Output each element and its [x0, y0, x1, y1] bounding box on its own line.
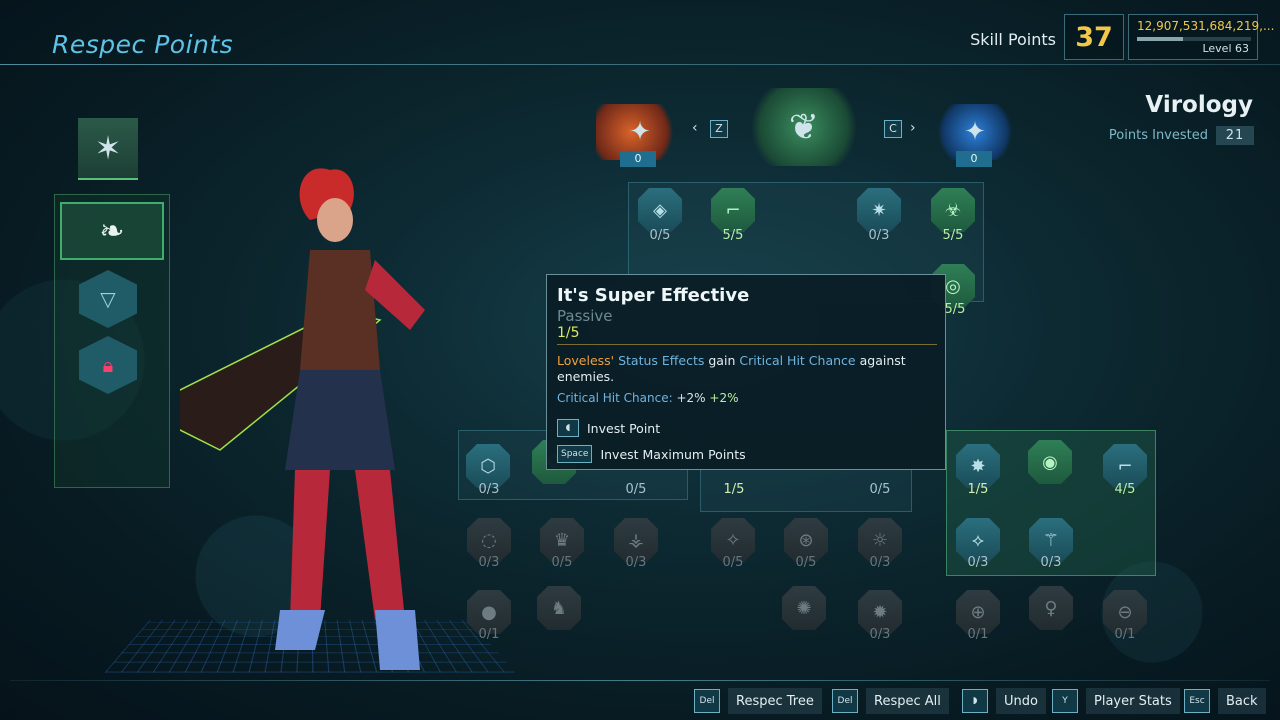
stat-label: Critical Hit Chance: [557, 391, 673, 405]
player-stats-label: Player Stats [1086, 688, 1180, 714]
skill-rank: 5/5 [942, 228, 964, 243]
skill-node-capstone[interactable]: ♞ [537, 586, 581, 630]
chevron-left-icon[interactable]: ‹ [692, 120, 698, 136]
invest-point-action[interactable]: ◖ Invest Point [557, 419, 660, 437]
desc-keyword: Critical Hit Chance [739, 353, 856, 368]
tooltip-stat: Critical Hit Chance: +2% +2% [557, 391, 738, 405]
skill-rank: 0/3 [1040, 555, 1062, 570]
class-portrait-current: ❦ [742, 88, 866, 166]
right-class-count: 0 [956, 151, 992, 167]
skill-rank: 0/1 [967, 627, 989, 642]
lock-icon: 🔒︎ [102, 353, 114, 377]
experience-bar [1137, 37, 1251, 41]
stat-value: +2% [676, 391, 706, 405]
skill-rank: 1/5 [967, 482, 989, 497]
invest-max-label: Invest Maximum Points [600, 446, 746, 462]
tree-tab-selected[interactable]: ❧ [60, 202, 164, 260]
prev-class-key[interactable]: Z [710, 120, 728, 138]
tree-name: Virology [1145, 92, 1253, 118]
tree-category-sidebar: ✶ ❧ ▽ 🔒︎ [46, 110, 174, 488]
skill-node-capstone[interactable]: ♀ [1029, 586, 1073, 630]
skill-rank: 0/5 [625, 482, 647, 497]
tooltip-title: It's Super Effective [557, 285, 750, 306]
skill-rank: 0/3 [478, 555, 500, 570]
page-title: Respec Points [52, 30, 234, 59]
respec-all-button[interactable]: Del Respec All [832, 688, 949, 714]
respec-tree-label: Respec Tree [728, 688, 822, 714]
respec-all-label: Respec All [866, 688, 949, 714]
skill-node-orb[interactable]: ◉ [1028, 440, 1072, 484]
tooltip-type: Passive [557, 307, 613, 325]
skill-rank: 0/5 [795, 555, 817, 570]
invest-point-label: Invest Point [587, 420, 661, 436]
undo-label: Undo [996, 688, 1046, 714]
chevron-right-icon[interactable]: › [910, 120, 916, 136]
skill-rank: 0/3 [869, 627, 891, 642]
player-stats-button[interactable]: Y Player Stats [1052, 688, 1180, 714]
undo-button[interactable]: ◗ Undo [962, 688, 1046, 714]
stat-bonus: +2% [709, 391, 739, 405]
respec-tree-button[interactable]: Del Respec Tree [694, 688, 822, 714]
skill-rank: 4/5 [1114, 482, 1136, 497]
skill-points-label: Skill Points [970, 30, 1056, 49]
skill-node[interactable]: ✷ [857, 188, 901, 232]
back-button[interactable]: Esc Back [1184, 688, 1266, 714]
esc-key-icon: Esc [1184, 689, 1210, 713]
experience-value: 12,907,531,684,219,... [1137, 19, 1275, 33]
skill-rank: 0/3 [868, 228, 890, 243]
skill-rank: 0/1 [1114, 627, 1136, 642]
desc-keyword: Status Effects [618, 353, 705, 368]
desc-character: Loveless' [557, 353, 615, 368]
chevron-down-icon: ▽ [100, 287, 116, 311]
skill-node-gun[interactable]: ⌐ [711, 188, 755, 232]
skill-rank: 0/3 [869, 555, 891, 570]
claw-emblem-icon[interactable]: ✶ [78, 118, 138, 180]
tooltip-rank: 1/5 [557, 325, 580, 341]
invest-max-action[interactable]: Space Invest Maximum Points [557, 445, 746, 463]
skill-rank: 0/5 [551, 555, 573, 570]
skill-node-biohazard[interactable]: ☣ [931, 188, 975, 232]
space-key-icon: Space [557, 445, 593, 463]
character-model [180, 168, 425, 670]
experience-panel: 12,907,531,684,219,... Level 63 [1128, 14, 1274, 60]
mouse-icon: ◗ [962, 689, 988, 713]
del-hold-key-icon: Del [832, 689, 858, 713]
left-class-count: 0 [620, 151, 656, 167]
top-bar: Respec Points Skill Points 37 12,907,531… [0, 0, 1280, 66]
skill-tooltip: It's Super Effective Passive 1/5 Loveles… [546, 274, 946, 470]
player-level: Level 63 [1202, 42, 1249, 55]
skill-rank: 0/5 [722, 555, 744, 570]
skill-rank: 0/5 [649, 228, 671, 243]
tooltip-description: Loveless' Status Effects gain Critical H… [557, 353, 937, 385]
back-label: Back [1218, 688, 1266, 714]
del-key-icon: Del [694, 689, 720, 713]
points-invested-value: 21 [1216, 126, 1254, 145]
mouse-icon: ◖ [557, 419, 579, 437]
skill-node-capstone[interactable]: ✺ [782, 586, 826, 630]
next-class-key[interactable]: C [884, 120, 902, 138]
skill-points-value: 37 [1064, 14, 1124, 60]
skill-rank: 0/3 [478, 482, 500, 497]
skill-rank: 0/3 [967, 555, 989, 570]
skill-node[interactable]: ◈ [638, 188, 682, 232]
skill-rank: 0/1 [478, 627, 500, 642]
skill-rank: 1/5 [723, 482, 745, 497]
skill-rank: 0/5 [869, 482, 891, 497]
points-invested-label: Points Invested [1108, 128, 1208, 143]
y-key-icon: Y [1052, 689, 1078, 713]
desc-text: gain [708, 353, 736, 368]
skill-rank: 0/3 [625, 555, 647, 570]
skill-rank: 5/5 [722, 228, 744, 243]
